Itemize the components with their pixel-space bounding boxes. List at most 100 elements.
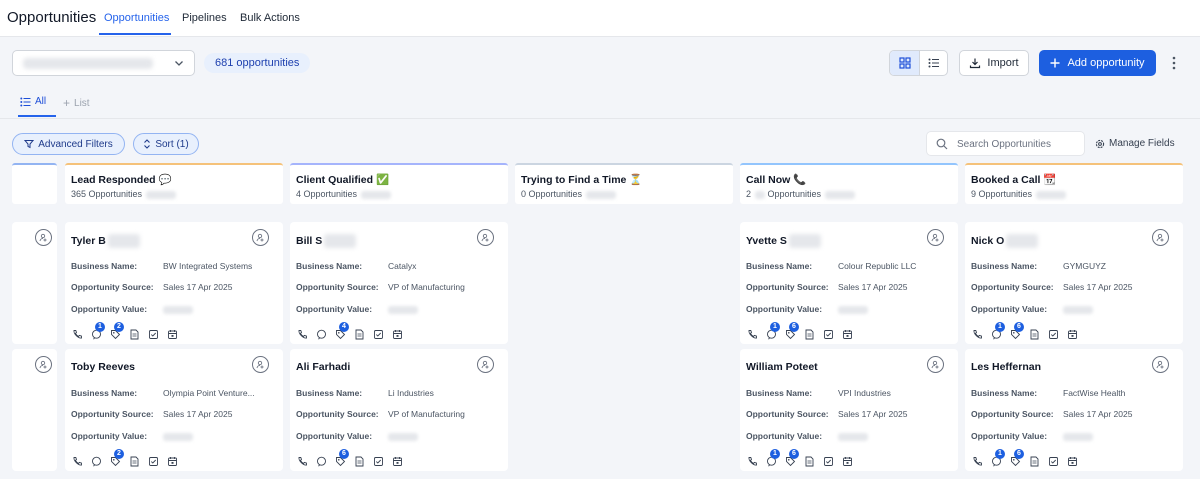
- tag-icon[interactable]: 2: [109, 449, 124, 467]
- list-view-button[interactable]: [919, 51, 947, 75]
- assign-user-icon[interactable]: [252, 356, 269, 373]
- tab-opportunities[interactable]: Opportunities: [104, 12, 169, 24]
- calendar-icon[interactable]: [391, 328, 403, 340]
- tab-pipelines[interactable]: Pipelines: [182, 12, 227, 24]
- note-icon[interactable]: [1028, 328, 1040, 340]
- opportunity-card[interactable]: Bill S Business Name: Catalyx Opportunity S…: [290, 222, 508, 344]
- tab-bulk-actions[interactable]: Bulk Actions: [240, 12, 300, 24]
- note-icon[interactable]: [353, 455, 365, 467]
- opportunity-card[interactable]: Toby Reeves Business Name: Olympia Point V…: [65, 349, 283, 471]
- tag-icon[interactable]: 2: [109, 322, 124, 340]
- message-icon[interactable]: 1: [765, 449, 780, 467]
- divider: [0, 118, 1200, 119]
- tag-icon[interactable]: 6: [784, 449, 799, 467]
- assign-user-icon[interactable]: [477, 229, 494, 246]
- import-button[interactable]: Import: [959, 50, 1029, 76]
- assign-user-icon[interactable]: [252, 229, 269, 246]
- count-badge: 4: [339, 322, 349, 332]
- tag-icon[interactable]: 6: [784, 322, 799, 340]
- opportunity-value-label: Opportunity Value:: [746, 431, 823, 441]
- advanced-filters-button[interactable]: Advanced Filters: [12, 133, 125, 155]
- task-icon[interactable]: [822, 328, 834, 340]
- calendar-icon[interactable]: [841, 328, 853, 340]
- calendar-icon[interactable]: [166, 455, 178, 467]
- calendar-icon[interactable]: [391, 455, 403, 467]
- message-icon[interactable]: [315, 328, 327, 340]
- opportunity-card[interactable]: Yvette S Business Name: Colour Republic LL…: [740, 222, 958, 344]
- business-name-value: FactWise Health: [1063, 388, 1126, 398]
- plus-icon: +: [63, 96, 71, 110]
- task-icon[interactable]: [822, 455, 834, 467]
- assign-user-icon[interactable]: [927, 356, 944, 373]
- note-icon[interactable]: [353, 328, 365, 340]
- message-icon[interactable]: 1: [990, 449, 1005, 467]
- business-name-label: Business Name:: [296, 261, 363, 271]
- view-toggle: [889, 50, 948, 76]
- calendar-icon[interactable]: [1066, 328, 1078, 340]
- calendar-icon[interactable]: [1066, 455, 1078, 467]
- phone-icon[interactable]: [971, 455, 983, 467]
- phone-icon[interactable]: [296, 328, 308, 340]
- task-icon[interactable]: [147, 328, 159, 340]
- calendar-icon[interactable]: [166, 328, 178, 340]
- message-icon[interactable]: [315, 455, 327, 467]
- add-list-view-button[interactable]: + List: [63, 96, 90, 110]
- note-icon[interactable]: [128, 455, 140, 467]
- view-tab-all[interactable]: All: [20, 96, 46, 107]
- board-view-button[interactable]: [890, 51, 919, 75]
- message-icon[interactable]: [90, 455, 102, 467]
- sort-button[interactable]: Sort (1): [133, 133, 199, 155]
- opportunity-value-label: Opportunity Value:: [296, 304, 373, 314]
- phone-icon[interactable]: [71, 455, 83, 467]
- add-opportunity-label: Add opportunity: [1067, 57, 1145, 69]
- phone-icon[interactable]: [296, 455, 308, 467]
- assign-user-icon[interactable]: [1152, 356, 1169, 373]
- more-options-icon[interactable]: [1169, 55, 1179, 71]
- phone-icon[interactable]: [71, 328, 83, 340]
- opportunity-card[interactable]: Ali Farhadi Business Name: Li Industries Op…: [290, 349, 508, 471]
- assign-user-icon[interactable]: [35, 356, 52, 373]
- calendar-icon[interactable]: [841, 455, 853, 467]
- count-badge: 1: [770, 322, 780, 332]
- opportunity-card[interactable]: Tyler B Business Name: BW Integrated Syste…: [65, 222, 283, 344]
- assign-user-icon[interactable]: [927, 229, 944, 246]
- opportunity-card[interactable]: Nick O Business Name: GYMGUYZ Opportunity S…: [965, 222, 1183, 344]
- phone-icon[interactable]: [746, 455, 758, 467]
- opportunity-card[interactable]: Les Heffernan Business Name: FactWise Heal…: [965, 349, 1183, 471]
- task-icon[interactable]: [1047, 328, 1059, 340]
- stage-header-lead-responded: Lead Responded 💬 365 Opportunities: [65, 163, 283, 204]
- message-icon[interactable]: 1: [765, 322, 780, 340]
- message-icon[interactable]: 1: [990, 322, 1005, 340]
- assign-user-icon[interactable]: [1152, 229, 1169, 246]
- message-icon[interactable]: 1: [90, 322, 105, 340]
- phone-icon[interactable]: [746, 328, 758, 340]
- business-name-value: Olympia Point Venture...: [163, 388, 255, 398]
- note-icon[interactable]: [1028, 455, 1040, 467]
- opportunity-card-partial[interactable]: [12, 222, 57, 344]
- opportunities-count-badge: 681 opportunities: [204, 53, 311, 73]
- add-opportunity-button[interactable]: Add opportunity: [1039, 50, 1156, 76]
- tag-icon[interactable]: 4: [334, 322, 349, 340]
- tag-icon[interactable]: 6: [1009, 449, 1024, 467]
- manage-fields-button[interactable]: Manage Fields: [1095, 138, 1175, 149]
- task-icon[interactable]: [147, 455, 159, 467]
- tag-icon[interactable]: 6: [1009, 322, 1024, 340]
- count-badge: 1: [995, 449, 1005, 459]
- tag-icon[interactable]: 6: [334, 449, 349, 467]
- phone-icon[interactable]: [971, 328, 983, 340]
- calendar-icon: 📆: [1043, 174, 1057, 186]
- search-input[interactable]: [957, 136, 1081, 152]
- task-icon[interactable]: [372, 455, 384, 467]
- opportunity-card[interactable]: William Poteet Business Name: VPI Industri…: [740, 349, 958, 471]
- count-badge: 1: [995, 322, 1005, 332]
- opportunity-card-partial[interactable]: [12, 349, 57, 471]
- assign-user-icon[interactable]: [477, 356, 494, 373]
- assign-user-icon[interactable]: [35, 229, 52, 246]
- note-icon[interactable]: [803, 328, 815, 340]
- note-icon[interactable]: [128, 328, 140, 340]
- pipeline-select[interactable]: [12, 50, 195, 76]
- task-icon[interactable]: [372, 328, 384, 340]
- list-icon: [20, 97, 31, 106]
- task-icon[interactable]: [1047, 455, 1059, 467]
- note-icon[interactable]: [803, 455, 815, 467]
